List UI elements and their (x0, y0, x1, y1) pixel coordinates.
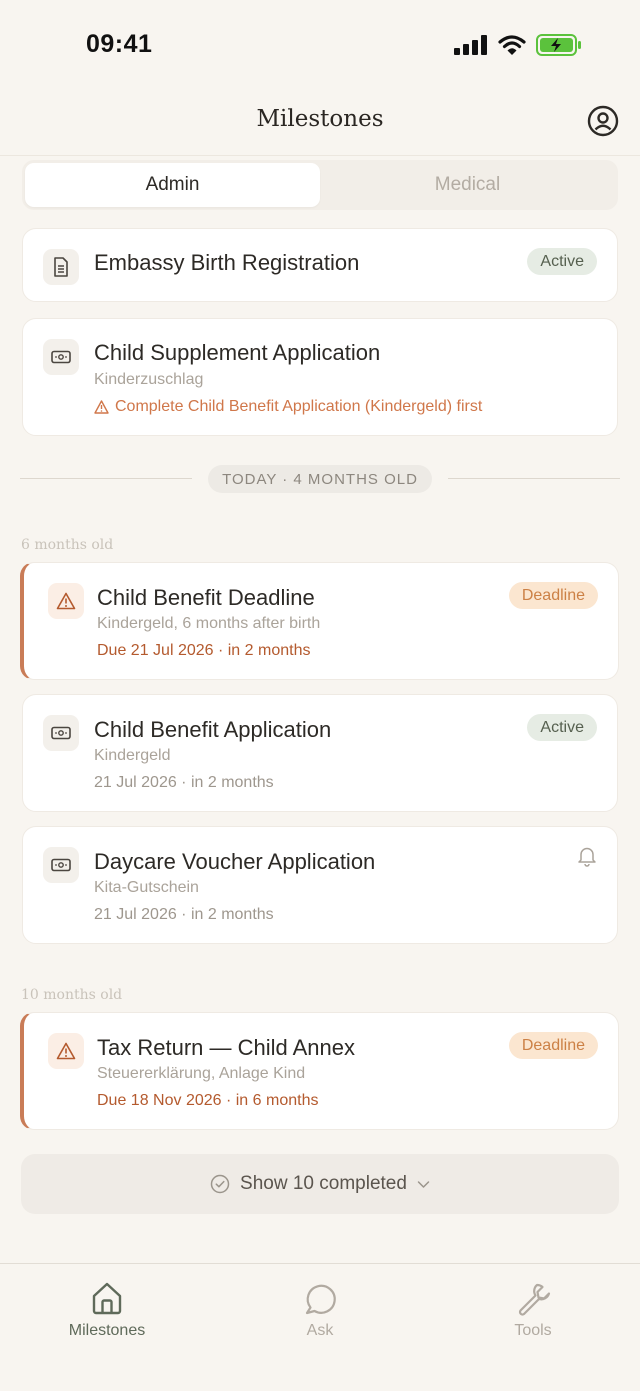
status-badge: Deadline (508, 582, 598, 609)
card-title: Tax Return — Child Annex (97, 1035, 356, 1060)
card-title: Child Benefit Deadline (97, 585, 315, 610)
card-date: 21 Jul 2026 · in 2 months (94, 774, 274, 791)
milestone-card-daycare-voucher-application[interactable]: Daycare Voucher Application Kita-Gutsche… (22, 826, 618, 944)
warning-icon (48, 583, 84, 619)
group-label-10-months: 10 months old (21, 987, 123, 1003)
divider-line-left (20, 478, 192, 479)
tab-label: Milestones (68, 1322, 146, 1339)
tab-tools[interactable]: Tools (463, 1280, 603, 1340)
card-subtitle: Kindergeld (94, 747, 171, 764)
tab-ask[interactable]: Ask (250, 1280, 390, 1340)
show-completed-label: Show 10 completed (240, 1173, 407, 1194)
dependency-warning: Complete Child Benefit Application (Kind… (94, 398, 482, 416)
group-label-6-months: 6 months old (21, 537, 114, 553)
bell-icon (578, 847, 596, 867)
check-circle-icon (210, 1174, 230, 1194)
reminder-button[interactable] (577, 845, 597, 872)
segment-admin[interactable]: Admin (25, 163, 320, 207)
wrench-icon (518, 1283, 551, 1316)
card-subtitle: Steuererklärung, Anlage Kind (97, 1065, 306, 1082)
today-marker: TODAY · 4 MONTHS OLD (208, 465, 432, 493)
app-header: Milestones (0, 90, 640, 156)
divider-line-right (448, 478, 620, 479)
page-title: Milestones (256, 106, 384, 132)
money-icon (43, 847, 79, 883)
milestone-card-child-benefit-application[interactable]: Child Benefit Application Kindergeld 21 … (22, 694, 618, 812)
status-bar: 09:41 (0, 0, 640, 90)
card-title: Embassy Birth Registration (94, 250, 360, 275)
milestone-card-tax-return-child-annex[interactable]: Tax Return — Child Annex Steuererklärung… (20, 1012, 619, 1130)
show-completed-button[interactable]: Show 10 completed (21, 1154, 619, 1214)
warning-icon (48, 1033, 84, 1069)
bottom-tab-bar: Milestones Ask Tools (0, 1263, 640, 1391)
card-title: Daycare Voucher Application (94, 849, 376, 874)
document-icon (43, 249, 79, 285)
warning-text: Complete Child Benefit Application (Kind… (115, 398, 483, 415)
card-subtitle: Kita-Gutschein (94, 879, 199, 896)
segment-control: Admin Medical (22, 160, 618, 210)
today-divider: TODAY · 4 MONTHS OLD (20, 465, 620, 493)
status-time: 09:41 (86, 30, 153, 58)
card-subtitle: Kindergeld, 6 months after birth (97, 615, 321, 632)
chevron-down-icon (417, 1180, 430, 1188)
card-subtitle: Kinderzuschlag (94, 371, 204, 388)
card-title: Child Benefit Application (94, 717, 332, 742)
wifi-icon (498, 34, 526, 55)
status-icons (454, 34, 582, 56)
money-icon (43, 715, 79, 751)
segment-medical[interactable]: Medical (320, 163, 615, 207)
tab-label: Tools (514, 1322, 552, 1339)
home-icon (92, 1282, 122, 1315)
tab-label: Ask (306, 1322, 334, 1339)
card-title: Child Supplement Application (94, 340, 381, 365)
user-circle-icon (587, 105, 619, 137)
warning-icon (94, 400, 109, 414)
status-badge: Active (527, 714, 597, 741)
profile-button[interactable] (586, 104, 620, 138)
milestone-card-embassy-birth-registration[interactable]: Embassy Birth Registration Active (22, 228, 618, 302)
status-badge: Active (527, 248, 597, 275)
cellular-signal-icon (454, 35, 487, 55)
card-due-date: Due 18 Nov 2026 · in 6 months (97, 1092, 319, 1109)
card-due-date: Due 21 Jul 2026 · in 2 months (97, 642, 311, 659)
status-badge: Deadline (508, 1032, 598, 1059)
milestone-card-child-supplement-application[interactable]: Child Supplement Application Kinderzusch… (22, 318, 618, 436)
card-date: 21 Jul 2026 · in 2 months (94, 906, 274, 923)
battery-charging-icon (536, 34, 581, 56)
chat-icon (305, 1284, 336, 1315)
money-icon (43, 339, 79, 375)
milestone-card-child-benefit-deadline[interactable]: Child Benefit Deadline Kindergeld, 6 mon… (20, 562, 619, 680)
tab-milestones[interactable]: Milestones (37, 1280, 177, 1340)
